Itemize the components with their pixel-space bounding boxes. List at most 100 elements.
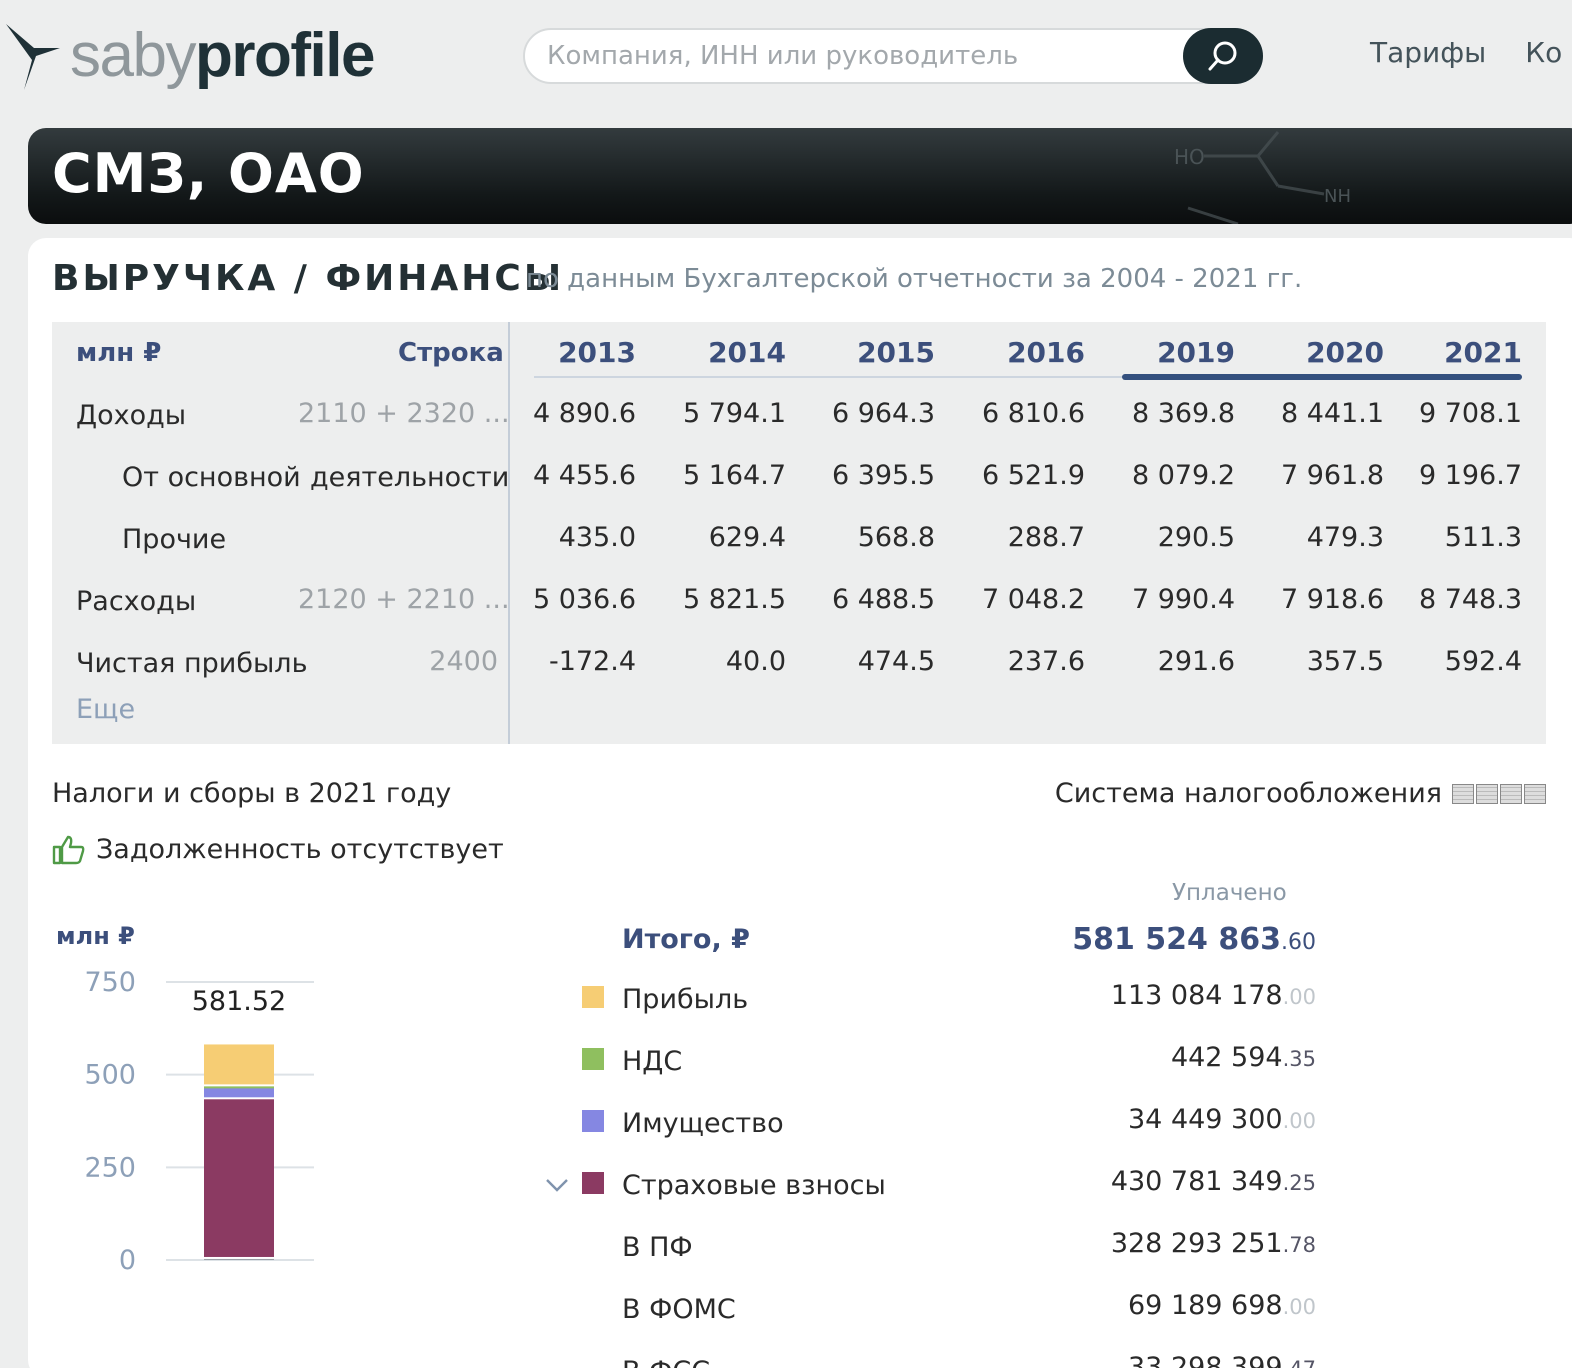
logo[interactable]: sabyprofile bbox=[4, 18, 375, 94]
nav-tariffs[interactable]: Тарифы bbox=[1370, 36, 1486, 69]
debt-status: Задолженность отсутствует bbox=[52, 834, 504, 865]
row-label-main-activity-2: деятельности bbox=[310, 462, 510, 493]
tax-item-label: В ФОМС bbox=[622, 1294, 736, 1325]
thumbs-up-icon bbox=[52, 835, 85, 864]
chevron-down-icon[interactable] bbox=[544, 1176, 570, 1194]
legend-swatch bbox=[582, 1110, 604, 1132]
finance-card: ВЫРУЧКА / ФИНАНСЫ по данным Бухгалтерско… bbox=[28, 238, 1572, 1368]
total-value-main: 581 524 863 bbox=[1072, 922, 1281, 957]
top-bar: sabyprofile Тарифы Ко bbox=[0, 0, 1572, 112]
table-cell: 237.6 bbox=[1007, 646, 1085, 677]
table-cell: 291.6 bbox=[1157, 646, 1235, 677]
table-cell: 7 918.6 bbox=[1280, 584, 1384, 615]
bar-segment[interactable] bbox=[204, 1086, 274, 1089]
table-cell: 568.8 bbox=[857, 522, 935, 553]
tax-item-value: 33 298 399.47 bbox=[896, 1352, 1316, 1368]
year-tab-2019[interactable]: 2019 bbox=[1125, 336, 1235, 369]
table-cell: 511.3 bbox=[1444, 522, 1522, 553]
table-cell: 435.0 bbox=[558, 522, 636, 553]
search-button[interactable] bbox=[1183, 28, 1263, 84]
row-label-other: Прочие bbox=[122, 524, 227, 555]
table-cell: 7 961.8 bbox=[1280, 460, 1384, 491]
company-name: СМЗ, ОАО bbox=[52, 142, 365, 205]
search-input[interactable] bbox=[547, 40, 1187, 72]
row-code-header: Строка bbox=[398, 338, 504, 368]
table-cell: 8 748.3 bbox=[1418, 584, 1522, 615]
tax-item-value-main: 34 449 300 bbox=[1128, 1104, 1283, 1135]
tax-item-value-main: 33 298 399 bbox=[1128, 1352, 1283, 1368]
table-cell: 7 048.2 bbox=[981, 584, 1085, 615]
table-cell: 629.4 bbox=[708, 522, 786, 553]
row-label-main-activity: От основной bbox=[122, 462, 301, 493]
tax-item-label: Прибыль bbox=[622, 984, 749, 1015]
tax-item-value-cents: .00 bbox=[1282, 1109, 1316, 1133]
section-subtitle: по данным Бухгалтерской отчетности за 20… bbox=[526, 264, 1303, 294]
tax-item-value-main: 113 084 178 bbox=[1110, 980, 1283, 1011]
table-cell: 9 708.1 bbox=[1418, 398, 1522, 429]
search-icon bbox=[1208, 41, 1237, 71]
legend-swatch bbox=[582, 1172, 604, 1194]
tax-system: Система налогообложения bbox=[1055, 778, 1546, 809]
tax-item-value-cents: .00 bbox=[1282, 985, 1316, 1009]
year-tab-2020[interactable]: 2020 bbox=[1274, 336, 1384, 369]
total-label: Итого, ₽ bbox=[622, 924, 750, 955]
tax-system-label: Система налогообложения bbox=[1054, 778, 1442, 809]
table-cell: -172.4 bbox=[548, 646, 636, 677]
more-link[interactable]: Еще bbox=[76, 694, 135, 725]
table-cell: 4 890.6 bbox=[532, 398, 636, 429]
tax-item-value-main: 442 594 bbox=[1170, 1042, 1283, 1073]
table-cell: 8 369.8 bbox=[1131, 398, 1235, 429]
nav-item-2[interactable]: Ко bbox=[1525, 36, 1562, 69]
row-code-income: 2110 + 2320 ... bbox=[298, 398, 510, 429]
y-tick-label: 750 bbox=[84, 967, 136, 998]
unit-header: млн ₽ bbox=[76, 338, 162, 368]
svg-text:HO: HO bbox=[1174, 145, 1205, 169]
year-tab-2015[interactable]: 2015 bbox=[825, 336, 935, 369]
bar-segment-other bbox=[204, 1258, 274, 1260]
row-label-income: Доходы bbox=[76, 400, 187, 431]
section-title: ВЫРУЧКА / ФИНАНСЫ bbox=[52, 258, 565, 299]
debt-status-text: Задолженность отсутствует bbox=[96, 834, 504, 865]
table-cell: 8 079.2 bbox=[1131, 460, 1235, 491]
table-cell: 6 521.9 bbox=[981, 460, 1085, 491]
tax-item-value: 69 189 698.00 bbox=[896, 1290, 1316, 1321]
row-label-expenses: Расходы bbox=[76, 586, 197, 617]
tax-item-value: 34 449 300.00 bbox=[896, 1104, 1316, 1135]
search-box bbox=[523, 28, 1263, 84]
company-banner: HO NH СМЗ, ОАО bbox=[28, 128, 1572, 224]
table-cell: 5 164.7 bbox=[682, 460, 786, 491]
table-cell: 474.5 bbox=[857, 646, 935, 677]
paid-header: Уплачено bbox=[1172, 880, 1287, 906]
bar-total-label: 581.52 bbox=[192, 986, 286, 1017]
tax-item-label: Имущество bbox=[622, 1108, 784, 1139]
tax-item-value-cents: .78 bbox=[1282, 1233, 1316, 1257]
top-nav: Тарифы Ко bbox=[1370, 36, 1572, 69]
bird-logo-icon bbox=[6, 24, 60, 90]
row-code-net-profit: 2400 bbox=[429, 646, 498, 677]
bar-segment[interactable] bbox=[204, 1044, 274, 1085]
table-cell: 7 990.4 bbox=[1131, 584, 1235, 615]
tax-item-label: В ПФ bbox=[622, 1232, 693, 1263]
year-tab-2016[interactable]: 2016 bbox=[975, 336, 1085, 369]
tax-system-placeholder-icon bbox=[1452, 783, 1546, 804]
svg-text:NH: NH bbox=[1324, 186, 1351, 207]
tax-item-value-cents: .47 bbox=[1283, 1357, 1316, 1368]
tax-item-value-cents: .25 bbox=[1282, 1171, 1316, 1195]
year-tab-2013[interactable]: 2013 bbox=[526, 336, 636, 369]
tax-item-value: 442 594.35 bbox=[896, 1042, 1316, 1073]
year-tab-2021[interactable]: 2021 bbox=[1412, 336, 1522, 369]
bar-segment[interactable] bbox=[204, 1099, 274, 1257]
table-cell: 40.0 bbox=[725, 646, 786, 677]
table-cell: 592.4 bbox=[1444, 646, 1522, 677]
tax-item-value-cents: .35 bbox=[1282, 1047, 1316, 1071]
table-cell: 479.3 bbox=[1306, 522, 1384, 553]
table-cell: 8 441.1 bbox=[1280, 398, 1384, 429]
total-value-cents: .60 bbox=[1281, 930, 1316, 955]
year-tab-2014[interactable]: 2014 bbox=[676, 336, 786, 369]
table-cell: 5 794.1 bbox=[682, 398, 786, 429]
legend-swatch bbox=[582, 986, 604, 1008]
table-cell: 6 964.3 bbox=[831, 398, 935, 429]
tax-item-label[interactable]: Страховые взносы bbox=[622, 1170, 886, 1201]
tax-item-label: В ФСС bbox=[622, 1356, 710, 1368]
table-cell: 357.5 bbox=[1306, 646, 1384, 677]
